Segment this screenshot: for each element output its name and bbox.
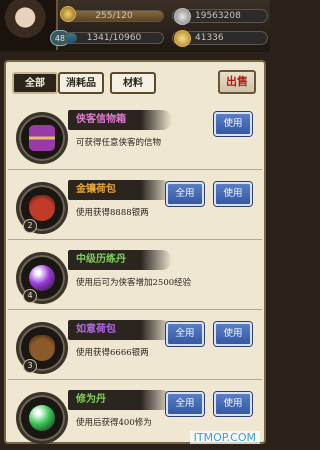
item-description: 使用后可为侠客增加2500经验	[76, 278, 192, 288]
exp-value: 1341/10960	[86, 33, 142, 43]
item-name-banner: 中级历练丹	[68, 250, 172, 270]
list-item: 3 如意荷包使用获得6666银两 全用 使用	[8, 316, 262, 380]
gold-ingot-icon	[174, 30, 191, 47]
use-button[interactable]: 使用	[214, 392, 252, 416]
use-all-button[interactable]: 全用	[166, 322, 204, 346]
item-name: 修为丹	[76, 394, 106, 405]
stamina-value: 255/120	[95, 11, 133, 21]
silver-value: 19563208	[195, 11, 241, 21]
pill-icon	[29, 405, 55, 431]
item-description: 使用后获得400修为	[76, 418, 152, 428]
list-item: 2 金镶荷包使用获得8888银两 全用 使用	[8, 176, 262, 240]
item-name-banner: 如意荷包	[68, 320, 172, 340]
item-icon-frame[interactable]: 2	[16, 182, 68, 234]
item-count-badge: 3	[23, 359, 37, 373]
item-name-banner: 侠客信物箱	[68, 110, 172, 130]
stamina-bar: 255/120	[64, 10, 164, 22]
chest-icon	[29, 125, 55, 151]
item-count-badge: 4	[23, 289, 37, 303]
item-icon-frame[interactable]: 4	[16, 252, 68, 304]
item-icon-frame[interactable]: 3	[16, 322, 68, 374]
pill-icon	[29, 265, 55, 291]
list-item: 4 中级历练丹使用后可为侠客增加2500经验	[8, 246, 262, 310]
item-name-banner: 金镶荷包	[68, 180, 172, 200]
item-name: 金镶荷包	[76, 184, 116, 195]
pouch-icon	[29, 195, 55, 221]
use-button[interactable]: 使用	[214, 112, 252, 136]
item-icon-frame[interactable]	[16, 392, 68, 444]
watermark: ITMOP.COM	[189, 431, 260, 444]
item-count-badge: 2	[23, 219, 37, 233]
pouch-icon	[29, 335, 55, 361]
list-item: 侠客信物箱可获得任意侠客的信物 使用	[8, 106, 262, 170]
silver-coin-icon	[174, 8, 191, 25]
exp-bar: 1341/10960	[64, 32, 164, 44]
gold-display: 41336	[172, 30, 268, 47]
use-button[interactable]: 使用	[214, 322, 252, 346]
tab-consumables[interactable]: 消耗品	[58, 72, 104, 94]
item-description: 可获得任意侠客的信物	[76, 138, 162, 148]
item-name: 侠客信物箱	[76, 114, 126, 125]
inventory-panel: 全部 消耗品 材料 出售 侠客信物箱 可获得任意侠客的信物 使用 2 金镶荷包 使用获得8…	[4, 60, 266, 444]
top-status-bar: 48 255/120 1341/10960 19563208 41336	[0, 0, 270, 52]
use-all-button[interactable]: 全用	[166, 182, 204, 206]
silver-display: 19563208	[172, 8, 268, 25]
use-all-button[interactable]: 全用	[166, 392, 204, 416]
item-list[interactable]: 侠客信物箱 可获得任意侠客的信物 使用 2 金镶荷包 使用获得8888银两 全用 使用 4 中级历…	[8, 106, 262, 444]
tab-materials[interactable]: 材料	[110, 72, 156, 94]
item-icon-frame[interactable]	[16, 112, 68, 164]
player-avatar[interactable]	[0, 0, 58, 50]
use-button[interactable]: 使用	[214, 182, 252, 206]
gold-value: 41336	[195, 33, 224, 43]
stamina-icon	[60, 6, 76, 22]
item-name-banner: 修为丹	[68, 390, 172, 410]
item-name: 中级历练丹	[76, 254, 126, 265]
item-description: 使用获得6666银两	[76, 348, 149, 358]
sell-button[interactable]: 出售	[218, 70, 256, 94]
item-name: 如意荷包	[76, 324, 116, 335]
tab-all[interactable]: 全部	[12, 72, 58, 94]
item-description: 使用获得8888银两	[76, 208, 149, 218]
